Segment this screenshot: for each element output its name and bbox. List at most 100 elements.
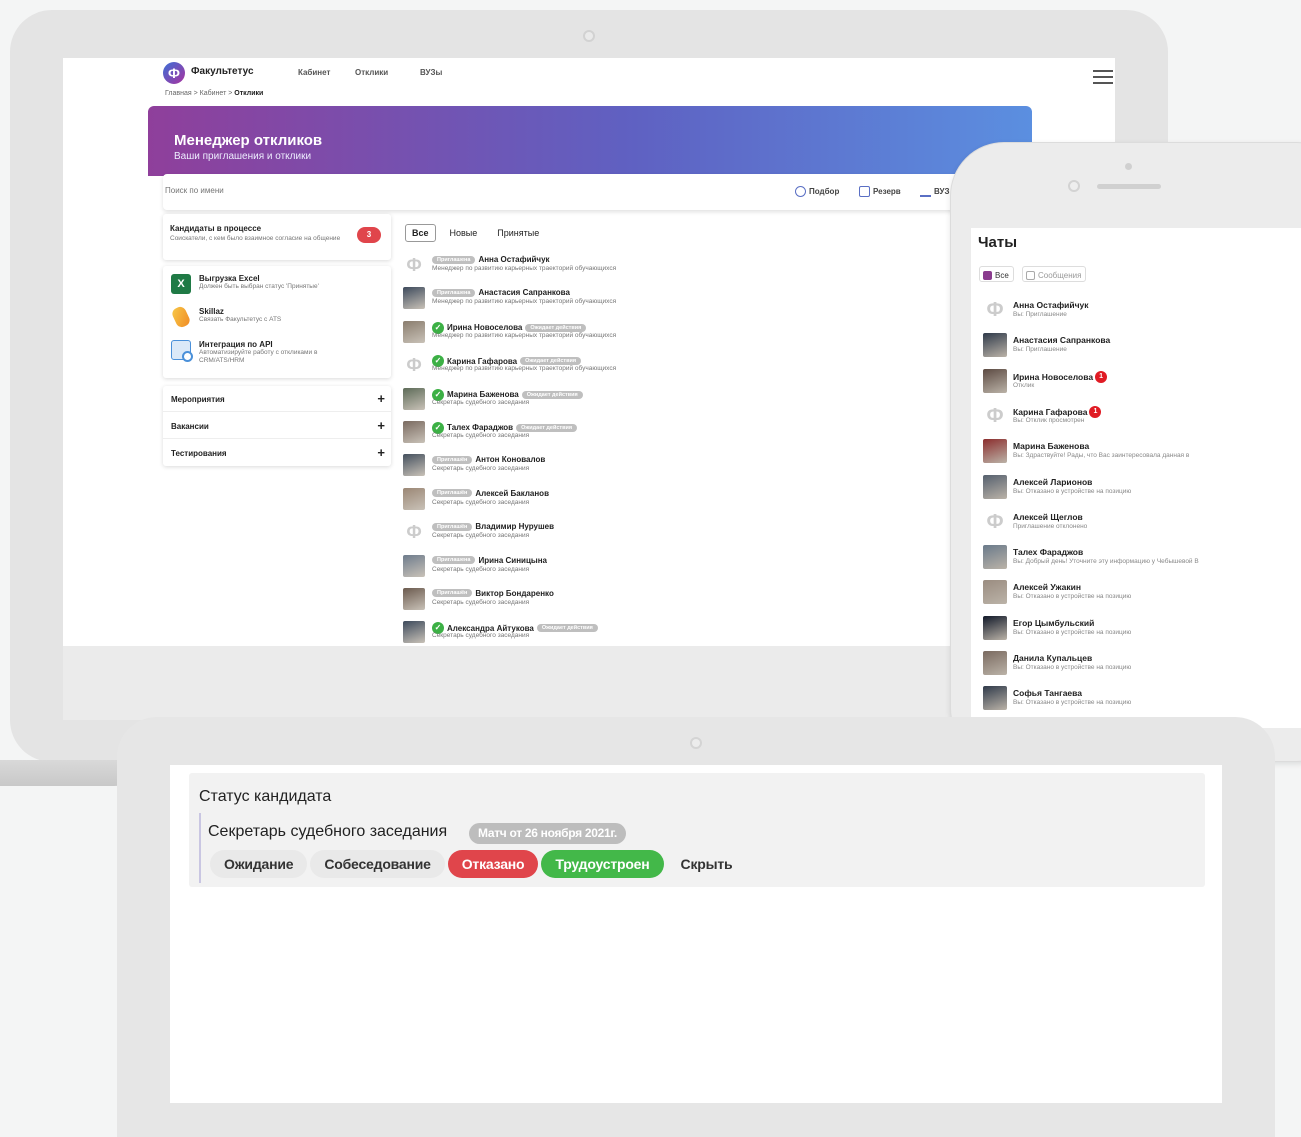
filter-label: Сообщения [1038, 270, 1082, 280]
candidate-name[interactable]: Анна Остафийчук [478, 255, 549, 264]
chat-contact: Алексей Ужакин [1013, 582, 1081, 592]
logo-icon[interactable]: Ф [163, 62, 185, 84]
avatar [983, 580, 1007, 605]
status-badge: Приглашён [432, 489, 473, 498]
tab-all[interactable]: Все [405, 224, 436, 242]
candidate-name[interactable]: Антон Коновалов [475, 455, 545, 464]
status-hired-button[interactable]: Трудоустроен [541, 850, 664, 878]
avatar: Ф [403, 254, 425, 276]
response-row[interactable]: Приглашена Анастасия Сапранкова Менеджер п… [403, 287, 963, 320]
university-icon [920, 186, 931, 197]
filter-all[interactable]: Все [979, 266, 1014, 282]
chat-item[interactable]: Талех Фараджов Вы: Добрый день! Уточните … [983, 545, 1293, 580]
chat-item[interactable]: Ирина Новоселова 1 Отклик [983, 368, 1293, 404]
chat-contact: Анастасия Сапранкова [1013, 335, 1110, 345]
chat-item[interactable]: Данила Купальцев Вы: Отказано в устройств… [983, 651, 1293, 686]
status-hide-button[interactable]: Скрыть [667, 850, 747, 878]
response-header: Приглашён Владимир Нурушев [432, 522, 554, 531]
chat-contact-name: Данила Купальцев [1013, 653, 1093, 663]
chat-item[interactable]: Алексей Ужакин Вы: Отказано в устройстве … [983, 580, 1293, 615]
hamburger-menu-icon[interactable] [1093, 70, 1113, 86]
chat-item[interactable]: Егор Цымбульский Вы: Отказано в устройств… [983, 615, 1293, 651]
breadcrumb-cabinet[interactable]: Кабинет [200, 90, 227, 97]
nav-link-universities[interactable]: ВУЗы [420, 68, 442, 77]
chat-contact-name: Софья Тангаева [1013, 688, 1082, 699]
response-row[interactable]: Приглашён Антон Коновалов Секретарь судебн… [403, 454, 963, 487]
candidate-name[interactable]: Виктор Бондаренко [475, 589, 553, 598]
avatar [403, 454, 425, 477]
university-button[interactable]: ВУЗ [920, 186, 949, 197]
candidate-name[interactable]: Анастасия Сапранкова [478, 288, 570, 297]
plus-icon[interactable]: + [377, 445, 385, 460]
response-row[interactable]: Приглашён Виктор Бондаренко Секретарь суде… [403, 587, 963, 621]
phone-speaker [1097, 184, 1161, 189]
app-name[interactable]: Факультетус [191, 66, 254, 77]
response-row[interactable]: Приглашена Ирина Синицына Секретарь судебн… [403, 554, 963, 588]
tab-new[interactable]: Новые [444, 225, 484, 241]
integration-desc: Автоматизируйте работу с откликами в CRM… [199, 349, 318, 364]
accordion-events[interactable]: Мероприятия + [163, 386, 391, 412]
tab-accepted[interactable]: Принятые [491, 225, 545, 241]
selection-button[interactable]: Подбор [795, 186, 839, 197]
top-navigation: Ф Факультетус Кабинет Отклики ВУЗы [163, 62, 1113, 86]
status-badge: Приглашён [432, 455, 473, 464]
chat-item[interactable]: Алексей Ларионов Вы: Отказано в устройств… [983, 474, 1293, 510]
candidates-panel[interactable]: Кандидаты в процессе Соискатели, с кем б… [163, 214, 391, 260]
response-row[interactable]: ✓ Ирина Новоселова Ожидает действия Менедже… [403, 320, 963, 354]
chat-contact-name: Анна Остафийчук [1013, 300, 1089, 310]
avatar [403, 287, 425, 310]
nav-link-cabinet[interactable]: Кабинет [298, 68, 330, 77]
chat-last-message: Вы: Отказано в устройстве на позицию [1013, 593, 1132, 601]
response-list: Ф Приглашена Анна Остафийчук Менеджер по ра… [403, 254, 963, 655]
response-header: Приглашён Антон Коновалов [432, 455, 545, 464]
chats-title: Чаты [978, 234, 1018, 251]
response-row[interactable]: ✓ Марина Баженова Ожидает действия Секретар… [403, 387, 963, 421]
chat-item[interactable]: Анастасия Сапранкова Вы: Приглашение [983, 333, 1293, 368]
reserve-button[interactable]: Резерв [859, 186, 901, 197]
chat-item[interactable]: Марина Баженова Вы: Здраствуйте! Рады, чт… [983, 439, 1293, 474]
chat-item[interactable]: Ф Карина Гафарова 1 Вы: Отклик просмотрен [983, 403, 1293, 439]
avatar [403, 587, 425, 610]
filter-messages[interactable]: Сообщения [1022, 266, 1087, 282]
nav-link-responses[interactable]: Отклики [355, 68, 388, 77]
unread-count-badge: 1 [1089, 405, 1102, 418]
status-badge: Приглашена [432, 255, 476, 264]
candidate-name[interactable]: Владимир Нурушев [475, 522, 554, 531]
response-row[interactable]: Ф Приглашён Владимир Нурушев Секретарь суде… [403, 521, 963, 554]
plus-icon[interactable]: + [377, 418, 385, 433]
response-row[interactable]: ✓ Талех Фараджов Ожидает действия Секретарь… [403, 420, 963, 454]
integrations-panel: X Выгрузка Excel Должен быть выбран стат… [163, 266, 391, 378]
candidate-role: Секретарь судебного заседания [432, 431, 530, 439]
match-date-badge: Матч от 26 ноября 2021г. [469, 823, 626, 844]
accordion-vacancies[interactable]: Вакансии + [163, 413, 391, 439]
status-badge: Приглашён [432, 589, 473, 598]
candidate-name[interactable]: Алексей Бакланов [475, 489, 549, 498]
response-row[interactable]: Приглашён Алексей Бакланов Секретарь судеб… [403, 487, 963, 521]
response-row[interactable]: Ф ✓ Карина Гафарова Ожидает действия Менедже… [403, 354, 963, 387]
candidate-role: Секретарь судебного заседания [432, 398, 530, 406]
chat-contact: Софья Тангаева [1013, 688, 1082, 698]
search-input[interactable] [165, 186, 465, 195]
chat-item[interactable]: Ф Анна Остафийчук Вы: Приглашение [983, 298, 1293, 333]
avatar [403, 554, 425, 577]
chat-last-message: Вы: Здраствуйте! Рады, что Вас заинтерес… [1013, 452, 1190, 460]
status-badge: Ожидает действия [521, 390, 583, 399]
page-subtitle: Ваши приглашения и отклики [174, 151, 312, 162]
accordion-label: Тестирования [171, 449, 227, 458]
chat-contact: Алексей Ларионов [1013, 477, 1092, 487]
chat-item[interactable]: Ф Алексей Щеглов Приглашение отклонено [983, 509, 1293, 545]
candidate-name[interactable]: Ирина Синицына [478, 556, 547, 565]
status-interview-button[interactable]: Собеседование [310, 850, 445, 878]
candidate-role: Менеджер по развитию карьерных траектори… [432, 365, 617, 373]
breadcrumb-home[interactable]: Главная [165, 90, 192, 97]
chat-contact: Анна Остафийчук [1013, 300, 1089, 310]
status-waiting-button[interactable]: Ожидание [210, 850, 308, 878]
response-header: Приглашена Анна Остафийчук [432, 255, 550, 264]
accordion-tests[interactable]: Тестирования + [163, 440, 391, 466]
breadcrumb-separator: > [228, 90, 233, 97]
response-row[interactable]: Ф Приглашена Анна Остафийчук Менеджер по ра… [403, 254, 963, 287]
plus-icon[interactable]: + [377, 391, 385, 406]
candidates-count-badge: 3 [357, 227, 381, 243]
response-header: Приглашён Алексей Бакланов [432, 489, 549, 498]
status-rejected-button[interactable]: Отказано [447, 850, 539, 878]
